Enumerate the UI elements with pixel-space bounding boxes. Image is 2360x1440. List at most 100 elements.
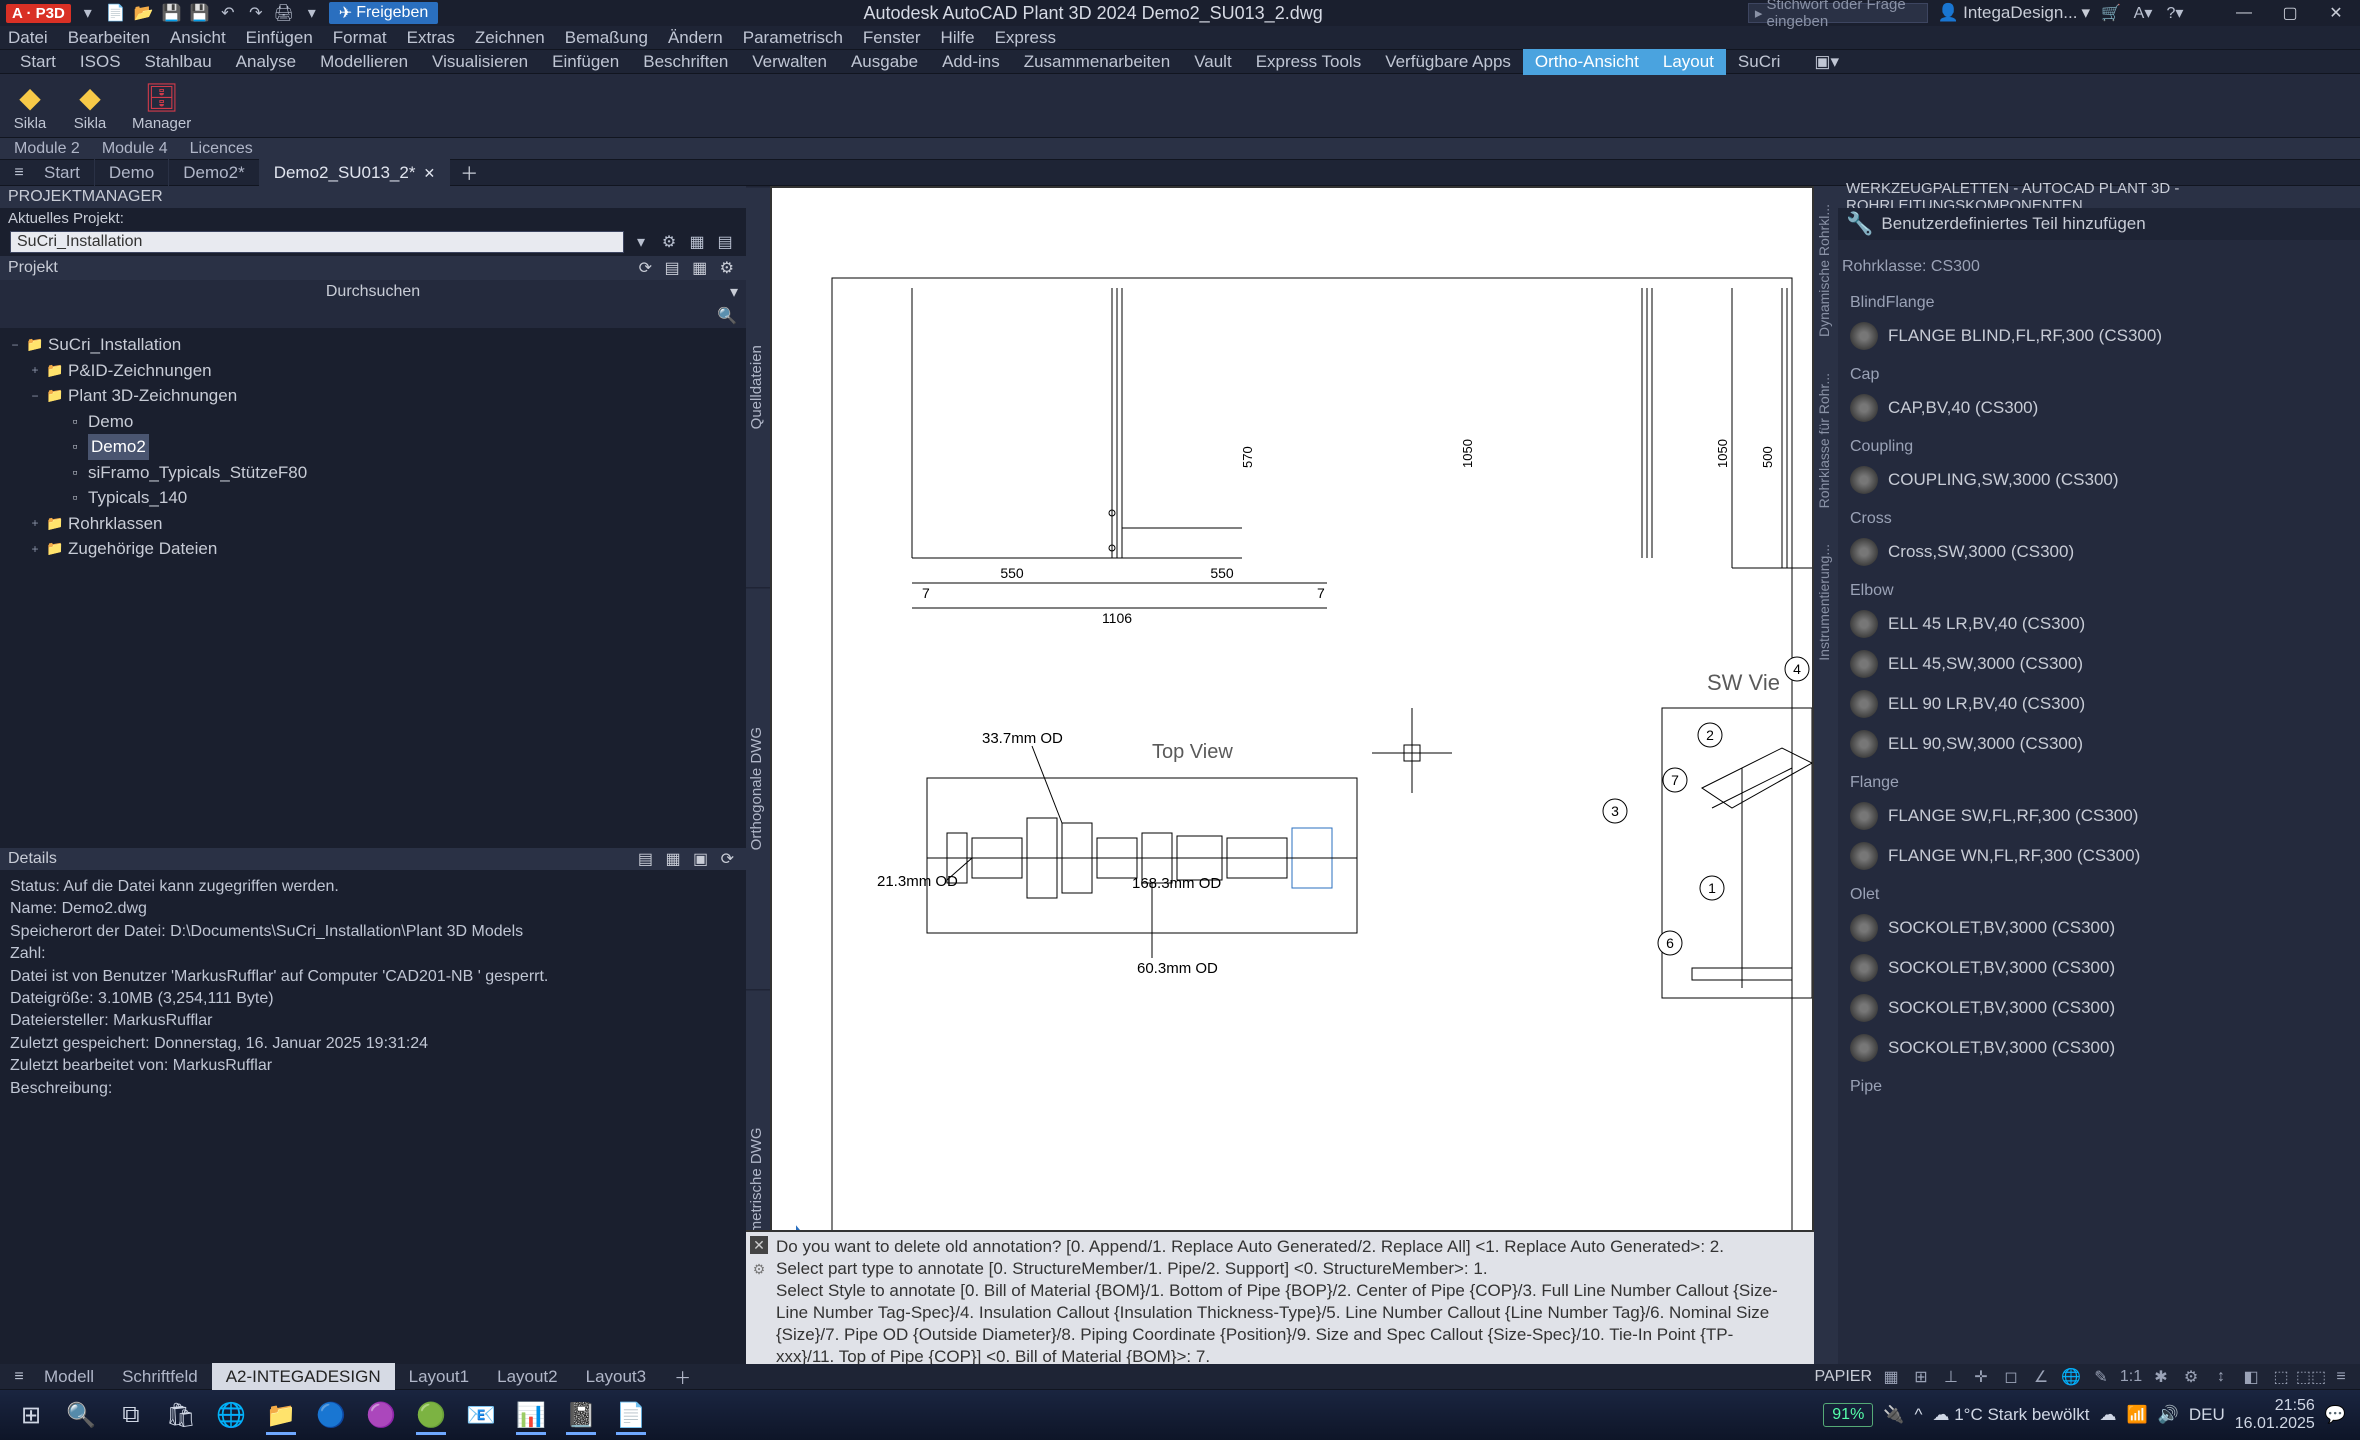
rtab-zusammenarbeiten[interactable]: Zusammenarbeiten [1012, 49, 1182, 75]
palette-item[interactable]: SOCKOLET,BV,3000 (CS300) [1846, 988, 2352, 1028]
more-icon[interactable]: ▾ [301, 3, 323, 23]
layout-menu-icon[interactable]: ≡ [8, 1367, 30, 1387]
rtab-vault[interactable]: Vault [1182, 49, 1244, 75]
palette-item[interactable]: SOCKOLET,BV,3000 (CS300) [1846, 1028, 2352, 1068]
palette-item[interactable]: ELL 90,SW,3000 (CS300) [1846, 724, 2352, 764]
ortho-icon[interactable]: ⊥ [1940, 1366, 1962, 1388]
tree-node[interactable]: +📁P&ID-Zeichnungen [8, 358, 738, 384]
rtab-verwalten[interactable]: Verwalten [740, 49, 839, 75]
filetab-new[interactable]: ＋ [450, 156, 488, 190]
palette-item[interactable]: FLANGE BLIND,FL,RF,300 (CS300) [1846, 316, 2352, 356]
print-icon[interactable]: 🖨 [273, 3, 295, 23]
menu-bemassung[interactable]: Bemaßung [565, 28, 648, 48]
gear-icon[interactable]: ⚙ [2180, 1366, 2202, 1388]
vis-icon[interactable]: ✱ [2150, 1366, 2172, 1388]
filetab-demo[interactable]: Demo [95, 159, 169, 187]
ltab-layout3[interactable]: Layout3 [572, 1363, 661, 1391]
rtab-start[interactable]: Start [8, 49, 68, 75]
start-button[interactable]: ⊞ [6, 1393, 56, 1437]
osnap-icon[interactable]: ◻ [2000, 1366, 2022, 1388]
tray-onedrive-icon[interactable]: ☁ [2100, 1405, 2117, 1425]
tree-node[interactable]: ▫Demo2 [8, 434, 738, 460]
project-palette-icon[interactable]: ▦ [686, 232, 708, 252]
tb-msstore[interactable]: 🛍 [156, 1393, 206, 1437]
cmdline-close-icon[interactable]: ✕ [750, 1236, 768, 1254]
vtab-quelldateien[interactable]: Quelldateien [746, 186, 770, 587]
palette-item[interactable]: COUPLING,SW,3000 (CS300) [1846, 460, 2352, 500]
rtab-modellieren[interactable]: Modellieren [308, 49, 420, 75]
help-search[interactable]: ▸ Stichwort oder Frage eingeben [1748, 3, 1928, 23]
menu-parametrisch[interactable]: Parametrisch [743, 28, 843, 48]
restore-button[interactable]: ▢ [2272, 2, 2308, 24]
ltab-schriftfeld[interactable]: Schriftfeld [108, 1363, 212, 1391]
rtab-expand[interactable]: ▣▾ [1802, 49, 1851, 75]
tb-explorer[interactable]: 📁 [256, 1393, 306, 1437]
menu-datei[interactable]: Datei [8, 28, 48, 48]
project-data-icon[interactable]: ▤ [714, 232, 736, 252]
tray-expand-icon[interactable]: ^ [1914, 1405, 1922, 1425]
details-tools[interactable]: ▤ ▦ ▣ ⟳ [638, 849, 738, 869]
world-icon[interactable]: 🌐 [2060, 1366, 2082, 1388]
menu-einfuegen[interactable]: Einfügen [246, 28, 313, 48]
anno-icon[interactable]: ✎ [2090, 1366, 2112, 1388]
menu-express[interactable]: Express [995, 28, 1056, 48]
rtab-addins[interactable]: Add-ins [930, 49, 1012, 75]
open-icon[interactable]: 📂 [133, 3, 155, 23]
panel-module4[interactable]: Module 4 [96, 138, 174, 160]
menu-aendern[interactable]: Ändern [668, 28, 723, 48]
rvtab-rohrklasse[interactable]: Rohrklasse für Rohr... [1814, 355, 1838, 526]
rtab-beschriften[interactable]: Beschriften [631, 49, 740, 75]
tree-node[interactable]: −📁Plant 3D-Zeichnungen [8, 383, 738, 409]
menu-ansicht[interactable]: Ansicht [170, 28, 226, 48]
ltab-layout1[interactable]: Layout1 [395, 1363, 484, 1391]
rtab-layout[interactable]: Layout [1651, 49, 1726, 75]
cart-icon[interactable]: 🛒 [2100, 3, 2122, 23]
vtab-ortho[interactable]: Orthogonale DWG [746, 587, 770, 988]
search-icon[interactable]: 🔍 [716, 306, 738, 326]
tray-lang[interactable]: DEU [2189, 1405, 2225, 1425]
menu-dropdown-icon[interactable]: ▾ [77, 3, 99, 23]
filetab-current[interactable]: Demo2_SU013_2*✕ [260, 159, 451, 187]
redo-icon[interactable]: ↷ [245, 3, 267, 23]
saveas-icon[interactable]: 💾 [189, 3, 211, 23]
menu-extras[interactable]: Extras [407, 28, 455, 48]
ltab-add[interactable]: ＋ [660, 1360, 705, 1393]
tree-node[interactable]: −📁SuCri_Installation [8, 332, 738, 358]
sikla-button-2[interactable]: ◆Sikla [60, 74, 120, 137]
tb-outlook[interactable]: 📧 [456, 1393, 506, 1437]
rtab-ausgabe[interactable]: Ausgabe [839, 49, 930, 75]
panel-licences[interactable]: Licences [184, 138, 259, 160]
tb-chrome[interactable]: 🌐 [206, 1393, 256, 1437]
close-icon[interactable]: ✕ [423, 165, 435, 181]
share-button[interactable]: ✈ Freigeben [329, 2, 438, 24]
rtab-analyse[interactable]: Analyse [224, 49, 308, 75]
tb-word[interactable]: 📄 [606, 1393, 656, 1437]
tb-visual[interactable]: 🟣 [356, 1393, 406, 1437]
project-dropdown-icon[interactable]: ▾ [630, 232, 652, 252]
taskview-icon[interactable]: ⧉ [106, 1393, 156, 1437]
drawing-canvas[interactable]: 550 550 1106 7 7 570 1050 1050 500 Top V… [770, 186, 1814, 1390]
app-a-icon[interactable]: A▾ [2132, 3, 2154, 23]
rtab-express[interactable]: Express Tools [1244, 49, 1374, 75]
menu-format[interactable]: Format [333, 28, 387, 48]
palette-item[interactable]: SOCKOLET,BV,3000 (CS300) [1846, 908, 2352, 948]
rtab-sucri[interactable]: SuCri [1726, 49, 1793, 75]
tree-node[interactable]: +📁Zugehörige Dateien [8, 536, 738, 562]
tree-node[interactable]: ▫Typicals_140 [8, 485, 738, 511]
tree-node[interactable]: ▫siFramo_Typicals_StützeF80 [8, 460, 738, 486]
project-select[interactable] [10, 231, 624, 253]
palette-item[interactable]: CAP,BV,40 (CS300) [1846, 388, 2352, 428]
track-icon[interactable]: ∠ [2030, 1366, 2052, 1388]
rtab-einfuegen[interactable]: Einfügen [540, 49, 631, 75]
tray-wifi-icon[interactable]: 📶 [2127, 1405, 2148, 1425]
tb-app1[interactable]: 🟢 [406, 1393, 456, 1437]
palette-item[interactable]: ELL 45 LR,BV,40 (CS300) [1846, 604, 2352, 644]
user-menu[interactable]: 👤 IntegaDesign... ▾ [1938, 3, 2090, 23]
project-settings-icon[interactable]: ⚙ [658, 232, 680, 252]
tb-excel[interactable]: 📊 [506, 1393, 556, 1437]
cmdline-config-icon[interactable]: ⚙ [750, 1260, 768, 1278]
menu-hilfe[interactable]: Hilfe [941, 28, 975, 48]
search-taskbar-icon[interactable]: 🔍 [56, 1393, 106, 1437]
status-paper[interactable]: PAPIER [1815, 1368, 1873, 1386]
new-icon[interactable]: 📄 [105, 3, 127, 23]
